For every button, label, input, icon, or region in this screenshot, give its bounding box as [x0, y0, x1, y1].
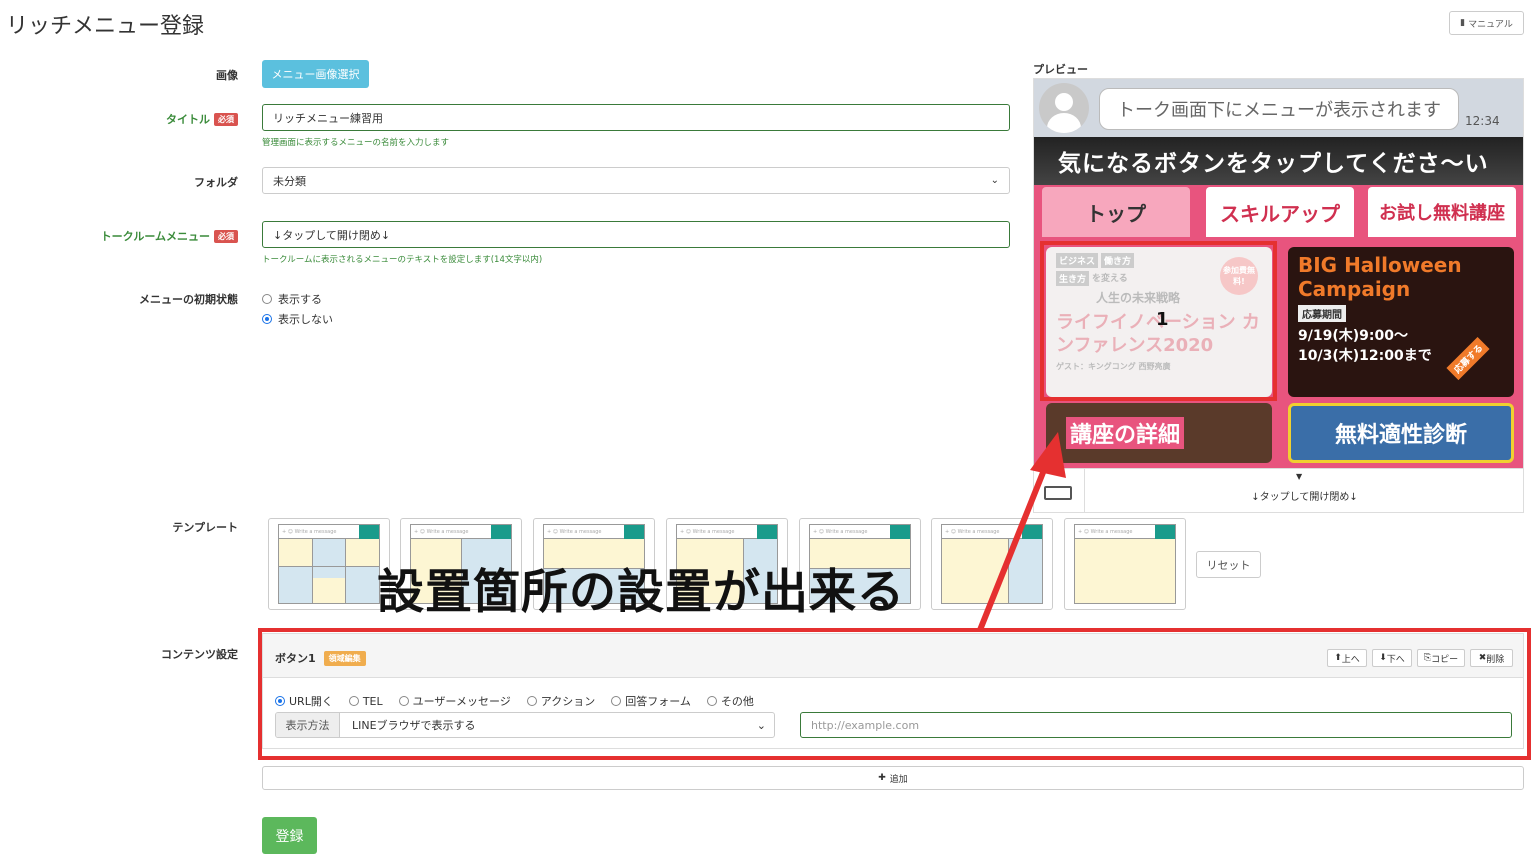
- tab-skillup[interactable]: スキルアップ: [1206, 187, 1354, 237]
- radio-hide[interactable]: [262, 314, 272, 324]
- add-button[interactable]: ✚ 追加: [262, 766, 1524, 790]
- content-settings-label: コンテンツ設定: [161, 648, 238, 661]
- initial-show-option[interactable]: 表示する: [262, 291, 322, 307]
- title-label: タイトル 必須: [166, 111, 238, 127]
- highlight-box: [258, 628, 1531, 760]
- title-help: 管理画面に表示するメニューの名前を入力します: [262, 138, 450, 148]
- avatar: [1039, 83, 1089, 133]
- chat-bubble: トーク画面下にメニューが表示されます: [1099, 88, 1459, 130]
- tab-free-course[interactable]: お試し無料講座: [1368, 187, 1516, 237]
- select-image-button[interactable]: メニュー画像選択: [262, 60, 369, 88]
- menu-tile-halloween[interactable]: BIG Halloween Campaign 応募期間 9/19(木)9:00〜…: [1288, 247, 1514, 397]
- template-option[interactable]: + ☺ Write a message: [1064, 518, 1186, 610]
- message-time: 12:34: [1465, 114, 1500, 128]
- highlight-box: [1040, 241, 1277, 401]
- image-label: 画像: [216, 69, 238, 82]
- plus-icon: ✚: [878, 773, 886, 783]
- required-badge: 必須: [214, 229, 238, 243]
- talkroom-input[interactable]: ↓タップして開け閉め↓: [262, 221, 1010, 248]
- book-icon: ▮: [1460, 18, 1466, 28]
- template-option[interactable]: + ☺ Write a message: [268, 518, 390, 610]
- annotation-text: 設置箇所の設置が出来る: [377, 565, 905, 620]
- initial-state-label: メニューの初期状態: [139, 293, 238, 306]
- menu-banner: 気になるボタンをタップしてくださ〜い: [1034, 137, 1523, 185]
- folder-label: フォルダ: [194, 176, 238, 189]
- preview-label: プレビュー: [1033, 63, 1088, 76]
- required-badge: 必須: [214, 112, 238, 126]
- submit-button[interactable]: 登録: [262, 817, 317, 854]
- page-title: リッチメニュー登録: [6, 14, 205, 39]
- talkroom-help: トークルームに表示されるメニューのテキストを設定します(14文字以内): [262, 255, 543, 265]
- menu-tile-free-diagnosis[interactable]: 無料適性診断: [1288, 403, 1514, 463]
- title-input[interactable]: リッチメニュー練習用: [262, 104, 1010, 131]
- manual-label: マニュアル: [1468, 19, 1513, 30]
- folder-value: 未分類: [273, 174, 306, 188]
- manual-button[interactable]: ▮ マニュアル: [1449, 11, 1524, 35]
- talkroom-label: トークルームメニュー 必須: [101, 228, 238, 244]
- triangle-down-icon: ▼: [1296, 472, 1303, 481]
- folder-select[interactable]: 未分類 ⌄: [262, 167, 1010, 194]
- radio-show[interactable]: [262, 294, 272, 304]
- template-label: テンプレート: [172, 521, 238, 534]
- preview-footer-text[interactable]: ↓タップして開け閉め↓: [1084, 488, 1523, 503]
- chevron-down-icon: ⌄: [990, 175, 999, 186]
- arrow-annotation: [977, 432, 1066, 632]
- initial-hide-option[interactable]: 表示しない: [262, 311, 333, 327]
- preview-footer: ▼ ↓タップして開け閉め↓: [1034, 468, 1523, 512]
- reset-button[interactable]: リセット: [1196, 551, 1261, 578]
- tab-top[interactable]: トップ: [1042, 187, 1190, 237]
